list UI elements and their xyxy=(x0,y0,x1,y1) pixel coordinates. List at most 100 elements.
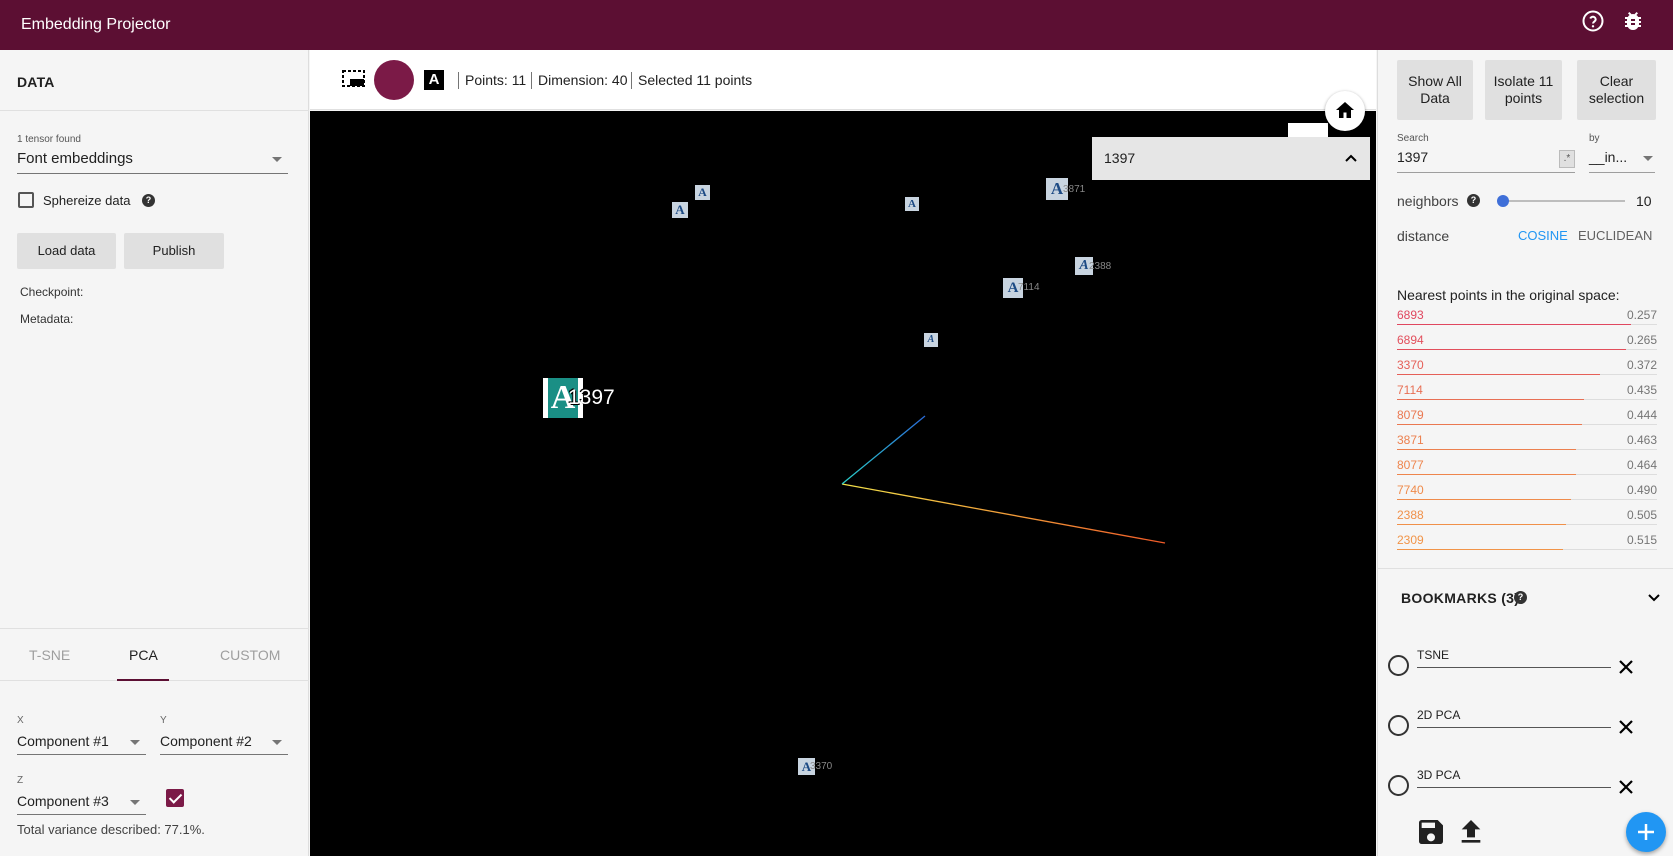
label-toggle-icon[interactable]: A xyxy=(424,70,444,90)
clear-selection-button[interactable]: Clear selection xyxy=(1577,60,1656,120)
save-icon[interactable] xyxy=(1415,816,1447,848)
active-tab-indicator xyxy=(117,679,169,681)
reset-view-button[interactable] xyxy=(1325,91,1365,131)
nearest-point-row[interactable]: 3370 0.372 xyxy=(1397,356,1657,381)
point-sprite[interactable]: A xyxy=(905,197,919,211)
tab-tsne[interactable]: T-SNE xyxy=(29,647,70,663)
chevron-down-icon xyxy=(130,740,140,745)
close-icon[interactable] xyxy=(1617,718,1635,736)
app-header: Embedding Projector xyxy=(0,0,1673,50)
projection-canvas[interactable]: A 1397 A A A A 3871 A 2388 A 7114 A A 33… xyxy=(310,111,1376,856)
tensor-count: 1 tensor found xyxy=(17,134,81,145)
nearest-point-distance: 0.265 xyxy=(1626,333,1657,347)
bookmarks-title: BOOKMARKS (3) xyxy=(1401,590,1519,606)
point-label: 3370 xyxy=(810,761,833,772)
help-icon[interactable]: ? xyxy=(1467,194,1480,207)
distance-cosine-option[interactable]: COSINE xyxy=(1518,228,1568,243)
point-sprite[interactable]: A xyxy=(695,185,710,200)
bookmark-name-input[interactable]: 2D PCA xyxy=(1417,708,1611,728)
nearest-point-row[interactable]: 2388 0.505 xyxy=(1397,506,1657,531)
z-component-value: Component #3 xyxy=(17,793,109,809)
distance-bar xyxy=(1397,474,1576,475)
tab-custom[interactable]: CUSTOM xyxy=(220,647,280,663)
nearest-point-row[interactable]: 7740 0.490 xyxy=(1397,481,1657,506)
upload-icon[interactable] xyxy=(1455,816,1487,848)
search-label: Search xyxy=(1397,133,1429,144)
chevron-up-icon[interactable] xyxy=(1344,151,1358,165)
z-component-select[interactable]: Component #3 xyxy=(17,793,146,815)
nearest-point-distance: 0.444 xyxy=(1626,408,1657,422)
regex-toggle[interactable]: .* xyxy=(1559,150,1575,168)
nearest-point-row[interactable]: 6894 0.265 xyxy=(1397,331,1657,356)
chevron-down-icon xyxy=(1643,156,1653,161)
search-input[interactable]: 1397 xyxy=(1397,149,1575,173)
search-input-value: 1397 xyxy=(1397,149,1429,165)
projector-toolbar: A Points: 11 Dimension: 40 Selected 11 p… xyxy=(310,50,1376,110)
distance-bar xyxy=(1397,324,1631,325)
nearest-point-row[interactable]: 7114 0.435 xyxy=(1397,381,1657,406)
neighbors-slider-thumb[interactable] xyxy=(1497,195,1509,207)
close-icon[interactable] xyxy=(1617,658,1635,676)
bookmark-name-input[interactable]: TSNE xyxy=(1417,648,1611,668)
nearest-point-distance: 0.505 xyxy=(1626,508,1657,522)
data-section-title: DATA xyxy=(17,74,55,90)
y-axis-label: Y xyxy=(160,715,167,726)
help-icon[interactable]: ? xyxy=(1514,591,1527,604)
neighbors-slider-track[interactable] xyxy=(1503,200,1625,202)
bookmark-radio[interactable] xyxy=(1388,715,1409,736)
bookmark-radio[interactable] xyxy=(1388,655,1409,676)
tensor-select[interactable]: Font embeddings xyxy=(17,150,288,174)
chevron-down-icon[interactable] xyxy=(1647,591,1661,605)
divider xyxy=(531,72,532,89)
nearest-point-row[interactable]: 2309 0.515 xyxy=(1397,531,1657,556)
neighbors-value: 10 xyxy=(1636,193,1652,209)
metadata-label: Metadata: xyxy=(20,312,74,326)
bug-icon[interactable] xyxy=(1621,9,1645,33)
nearest-point-distance: 0.490 xyxy=(1626,483,1657,497)
nearest-point-id: 2309 xyxy=(1397,533,1424,547)
sphereize-checkbox[interactable] xyxy=(18,192,34,208)
nearest-point-distance: 0.515 xyxy=(1626,533,1657,547)
nearest-point-row[interactable]: 8079 0.444 xyxy=(1397,406,1657,431)
app-title: Embedding Projector xyxy=(21,16,171,33)
x-axis-label: X xyxy=(17,715,24,726)
nearest-point-distance: 0.372 xyxy=(1626,358,1657,372)
plus-icon xyxy=(1638,824,1654,840)
z-axis-line xyxy=(841,415,926,485)
y-component-select[interactable]: Component #2 xyxy=(160,733,288,755)
nearest-point-row[interactable]: 8077 0.464 xyxy=(1397,456,1657,481)
nearest-point-id: 8079 xyxy=(1397,408,1424,422)
nearest-point-row[interactable]: 3871 0.463 xyxy=(1397,431,1657,456)
search-by-select[interactable]: __in... xyxy=(1589,149,1655,173)
nearest-points-title: Nearest points in the original space: xyxy=(1397,287,1620,303)
z-enabled-checkbox[interactable] xyxy=(166,789,184,807)
close-icon[interactable] xyxy=(1617,778,1635,796)
show-all-data-button[interactable]: Show All Data xyxy=(1397,60,1473,120)
projection-tabs: T-SNE PCA CUSTOM xyxy=(0,628,309,681)
search-result-popup[interactable]: 1397 xyxy=(1092,137,1370,180)
tab-pca[interactable]: PCA xyxy=(129,647,158,663)
point-sprite[interactable]: A xyxy=(924,333,938,347)
load-data-button[interactable]: Load data xyxy=(17,233,116,269)
distance-euclidean-option[interactable]: EUCLIDEAN xyxy=(1578,228,1652,243)
selected-point-label: 1397 xyxy=(568,386,615,409)
nearest-point-row[interactable]: 6893 0.257 xyxy=(1397,306,1657,331)
selection-box-icon[interactable] xyxy=(342,69,366,94)
nearest-point-id: 7740 xyxy=(1397,483,1424,497)
distance-bar xyxy=(1397,524,1566,525)
bookmark-radio[interactable] xyxy=(1388,775,1409,796)
nearest-point-id: 8077 xyxy=(1397,458,1424,472)
publish-button[interactable]: Publish xyxy=(124,233,224,269)
divider xyxy=(0,110,309,111)
add-bookmark-button[interactable] xyxy=(1626,812,1666,852)
x-component-select[interactable]: Component #1 xyxy=(17,733,146,755)
isolate-points-button[interactable]: Isolate 11 points xyxy=(1485,60,1562,120)
night-mode-icon[interactable] xyxy=(374,60,414,100)
distance-bar xyxy=(1397,449,1576,450)
bookmark-name-input[interactable]: 3D PCA xyxy=(1417,768,1611,788)
point-sprite[interactable]: A xyxy=(672,202,688,218)
point-label: 7114 xyxy=(1018,282,1040,293)
help-icon[interactable] xyxy=(1581,9,1605,33)
search-by-value: __in... xyxy=(1589,149,1628,165)
help-icon[interactable]: ? xyxy=(142,194,155,207)
